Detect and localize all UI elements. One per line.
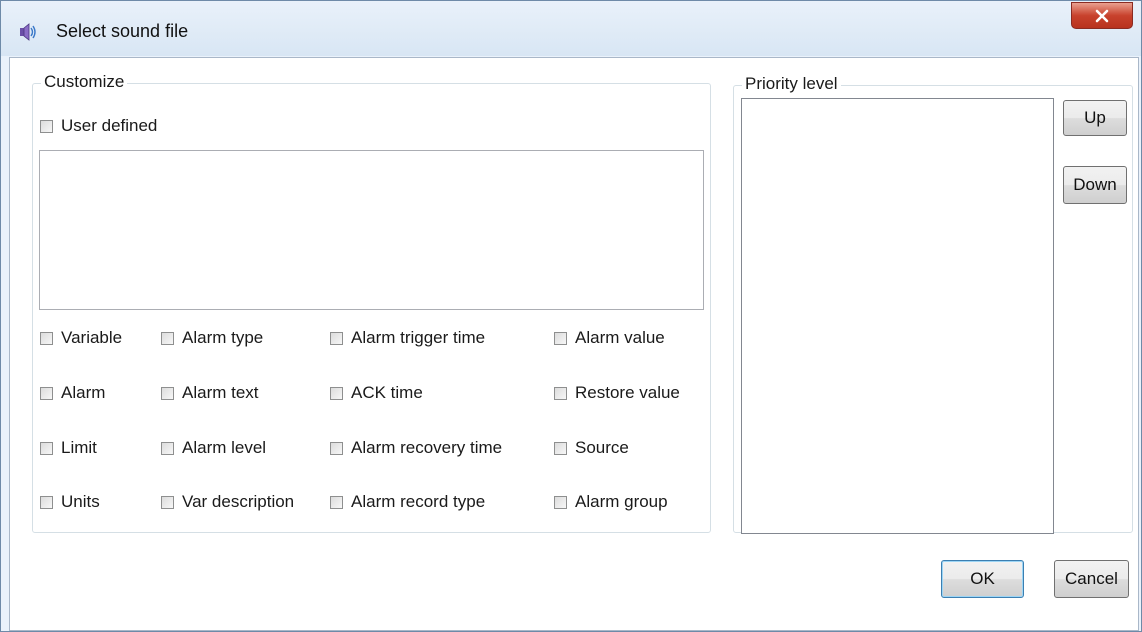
checkbox-box[interactable] (330, 495, 343, 509)
down-button[interactable]: Down (1063, 166, 1127, 204)
checkbox-box[interactable] (554, 495, 567, 509)
custom-text-area[interactable] (39, 150, 704, 310)
checkbox-box[interactable] (554, 386, 567, 400)
close-button[interactable] (1071, 2, 1133, 29)
checkbox-box[interactable] (161, 495, 174, 509)
field-checkbox-variable[interactable]: Variable (40, 328, 122, 348)
checkbox-box[interactable] (40, 495, 53, 509)
field-checkbox-alarm-type[interactable]: Alarm type (161, 328, 263, 348)
field-label: Source (575, 438, 629, 457)
checkbox-box[interactable] (554, 441, 567, 455)
up-button[interactable]: Up (1063, 100, 1127, 136)
field-checkbox-alarm-level[interactable]: Alarm level (161, 438, 266, 458)
checkbox-box[interactable] (40, 119, 53, 133)
checkbox-box[interactable] (330, 441, 343, 455)
field-label: Alarm (61, 383, 106, 402)
field-label: Alarm level (182, 438, 267, 457)
field-checkbox-alarm-recovery-time[interactable]: Alarm recovery time (330, 438, 502, 458)
field-checkbox-source[interactable]: Source (554, 438, 629, 458)
user-defined-label: User defined (61, 116, 158, 135)
field-checkbox-alarm[interactable]: Alarm (40, 383, 105, 403)
field-label: Alarm value (575, 328, 665, 347)
user-defined-checkbox[interactable]: User defined (40, 116, 157, 136)
dialog-client-area: Customize User defined Variable Alarm ty… (9, 57, 1139, 631)
field-checkbox-alarm-text[interactable]: Alarm text (161, 383, 259, 403)
checkbox-box[interactable] (330, 331, 343, 345)
checkbox-box[interactable] (161, 441, 174, 455)
field-checkbox-ack-time[interactable]: ACK time (330, 383, 423, 403)
field-label: Variable (61, 328, 123, 347)
checkbox-box[interactable] (161, 331, 174, 345)
ok-button[interactable]: OK (941, 560, 1024, 598)
field-label: Limit (61, 438, 97, 457)
dialog-window: Select sound file Customize User defined… (0, 0, 1142, 632)
window-title: Select sound file (56, 21, 189, 41)
speaker-app-icon (19, 23, 39, 41)
field-label: Alarm type (182, 328, 264, 347)
field-label: Alarm text (182, 383, 259, 402)
field-checkbox-var-description[interactable]: Var description (161, 492, 294, 512)
field-label: Alarm trigger time (351, 328, 486, 347)
close-x-icon (1095, 9, 1109, 23)
field-label: Alarm recovery time (351, 438, 503, 457)
field-label: Alarm group (575, 492, 668, 511)
field-checkbox-units[interactable]: Units (40, 492, 100, 512)
cancel-button[interactable]: Cancel (1054, 560, 1129, 598)
checkbox-box[interactable] (40, 331, 53, 345)
field-checkbox-alarm-trigger-time[interactable]: Alarm trigger time (330, 328, 485, 348)
customize-legend: Customize (41, 72, 128, 92)
field-checkbox-restore-value[interactable]: Restore value (554, 383, 680, 403)
checkbox-box[interactable] (40, 441, 53, 455)
checkbox-box[interactable] (40, 386, 53, 400)
title-bar[interactable]: Select sound file (1, 1, 1141, 56)
field-checkbox-alarm-value[interactable]: Alarm value (554, 328, 665, 348)
field-checkbox-alarm-group[interactable]: Alarm group (554, 492, 668, 512)
field-label: Units (61, 492, 100, 511)
field-label: Restore value (575, 383, 680, 402)
field-checkbox-limit[interactable]: Limit (40, 438, 97, 458)
field-label: ACK time (351, 383, 423, 402)
priority-legend: Priority level (742, 74, 841, 94)
priority-list[interactable] (741, 98, 1054, 534)
checkbox-box[interactable] (330, 386, 343, 400)
field-label: Var description (182, 492, 295, 511)
field-label: Alarm record type (351, 492, 486, 511)
field-checkbox-alarm-record-type[interactable]: Alarm record type (330, 492, 485, 512)
checkbox-box[interactable] (161, 386, 174, 400)
checkbox-box[interactable] (554, 331, 567, 345)
